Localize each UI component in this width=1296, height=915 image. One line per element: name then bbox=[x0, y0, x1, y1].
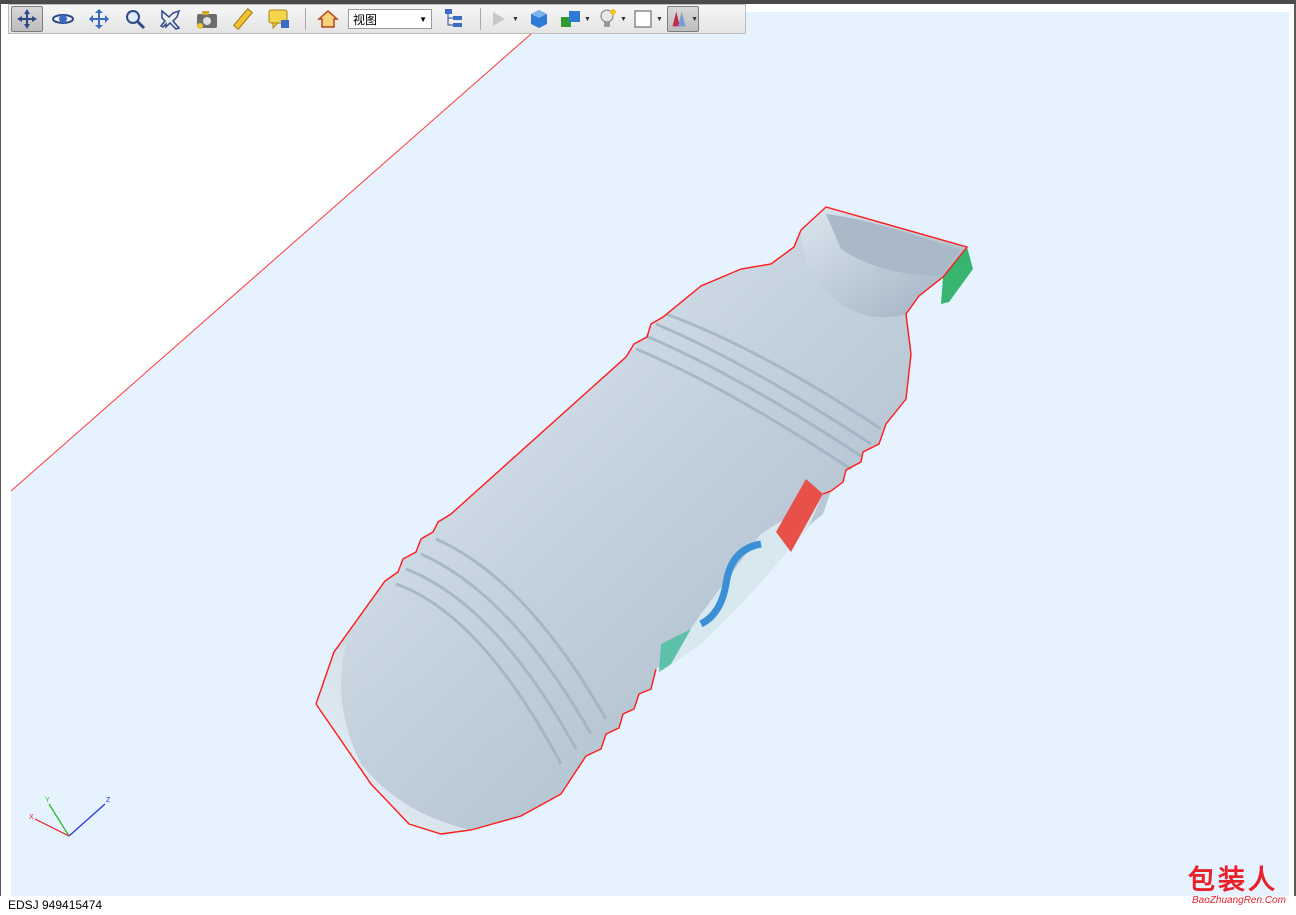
model-tree-button[interactable] bbox=[438, 6, 470, 32]
snapshot-button[interactable] bbox=[191, 6, 223, 32]
background-color-button[interactable]: ▼ bbox=[631, 6, 663, 32]
chevron-down-icon: ▼ bbox=[419, 14, 427, 24]
toolbar-separator bbox=[305, 8, 306, 30]
cube-icon bbox=[531, 10, 547, 28]
watermark-english: BaoZhuangRen.Com bbox=[1192, 895, 1286, 906]
orbit-icon bbox=[52, 14, 74, 24]
pan-icon bbox=[89, 9, 109, 29]
axis-label-x: X bbox=[29, 814, 34, 821]
model-tree-icon bbox=[445, 9, 462, 27]
lighting-button[interactable]: ▼ bbox=[595, 6, 627, 32]
status-text: EDSJ 949415474 bbox=[8, 898, 103, 912]
orbit-button[interactable] bbox=[47, 6, 79, 32]
pan-button[interactable] bbox=[83, 6, 115, 32]
ruler-icon bbox=[232, 7, 254, 31]
3d-viewport[interactable]: Z Y X bbox=[0, 4, 1296, 896]
home-button[interactable] bbox=[312, 6, 344, 32]
watermark-logo: 包装人 BaoZhuangRen.Com bbox=[1188, 866, 1292, 912]
chevron-down-icon: ▼ bbox=[656, 15, 663, 23]
chevron-down-icon: ▼ bbox=[584, 15, 591, 23]
chevron-down-icon: ▼ bbox=[512, 15, 519, 23]
play-icon bbox=[493, 12, 506, 26]
navigate-button[interactable] bbox=[11, 6, 43, 32]
chevron-down-icon: ▼ bbox=[691, 15, 698, 23]
axis-label-z: Z bbox=[106, 797, 111, 804]
lighting-icon bbox=[600, 9, 617, 27]
chevron-down-icon: ▼ bbox=[620, 15, 627, 23]
home-icon bbox=[317, 9, 339, 28]
comment-icon bbox=[268, 9, 289, 30]
toolbar-separator bbox=[480, 8, 481, 30]
axis-label-y: Y bbox=[45, 797, 50, 804]
play-button[interactable]: ▼ bbox=[487, 6, 519, 32]
zoom-icon bbox=[126, 10, 146, 30]
measure-button[interactable] bbox=[227, 6, 259, 32]
render-mode-icon bbox=[672, 11, 686, 27]
fly-button[interactable] bbox=[155, 6, 187, 32]
section-button[interactable]: ▼ bbox=[559, 6, 591, 32]
comment-button[interactable] bbox=[263, 6, 295, 32]
background-color-icon bbox=[634, 10, 652, 28]
3d-scene[interactable]: Z Y X bbox=[1, 4, 1296, 896]
watermark-chinese: 包装人 bbox=[1188, 865, 1278, 896]
section-cube-icon bbox=[561, 11, 581, 27]
camera-icon bbox=[197, 11, 217, 29]
zoom-button[interactable] bbox=[119, 6, 151, 32]
render-mode-button[interactable]: ▼ bbox=[667, 6, 699, 32]
navigate-icon bbox=[17, 9, 37, 29]
view-select-value: 视图 bbox=[353, 12, 378, 27]
render-button[interactable] bbox=[523, 6, 555, 32]
view-select[interactable]: 视图 ▼ bbox=[348, 9, 432, 29]
airplane-icon bbox=[159, 9, 181, 30]
viewer-toolbar: 视图 ▼ ▼ ▼ ▼ ▼ ▼ bbox=[8, 4, 746, 34]
